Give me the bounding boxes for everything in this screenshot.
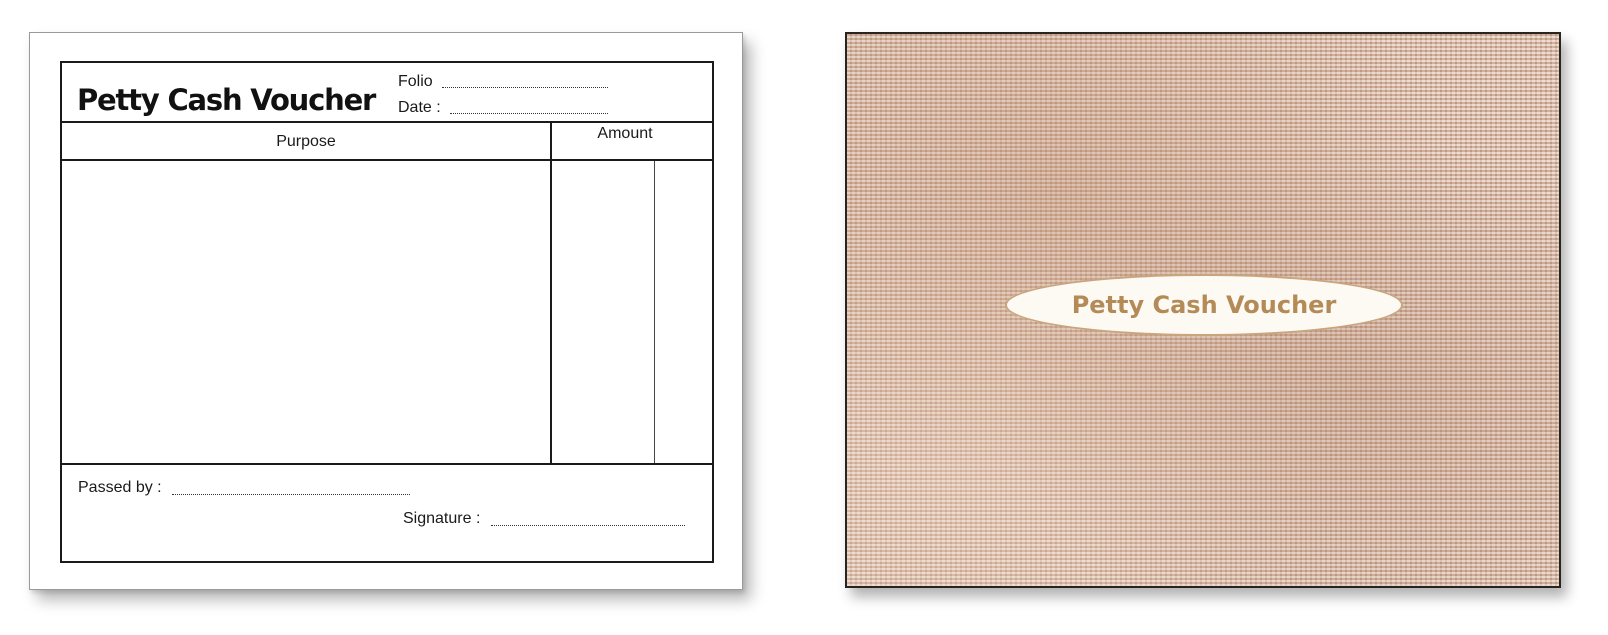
signature-label: Signature :	[403, 510, 481, 527]
voucher-sheet: Petty Cash Voucher Folio Date : Purpose …	[29, 32, 743, 590]
folio-line	[442, 87, 608, 88]
folio-label: Folio	[398, 73, 433, 90]
date-label: Date :	[398, 99, 441, 116]
voucher-title: Petty Cash Voucher	[77, 83, 376, 117]
signature-line	[491, 525, 685, 526]
body-divider	[62, 463, 712, 465]
product-display: Petty Cash Voucher Folio Date : Purpose …	[0, 0, 1608, 635]
voucher-cover: Petty Cash Voucher	[845, 32, 1561, 588]
passed-by-line	[172, 494, 410, 495]
voucher-form: Petty Cash Voucher Folio Date : Purpose …	[60, 61, 714, 563]
amount-header: Amount	[597, 125, 653, 142]
amount-cents-divider	[654, 161, 655, 464]
date-line	[450, 113, 608, 114]
passed-by-label: Passed by :	[78, 479, 162, 496]
header-divider	[62, 121, 712, 123]
purpose-amount-divider	[550, 121, 552, 464]
purpose-header: Purpose	[276, 133, 336, 150]
column-header-divider	[62, 159, 712, 161]
cover-label: Petty Cash Voucher	[1005, 274, 1403, 336]
